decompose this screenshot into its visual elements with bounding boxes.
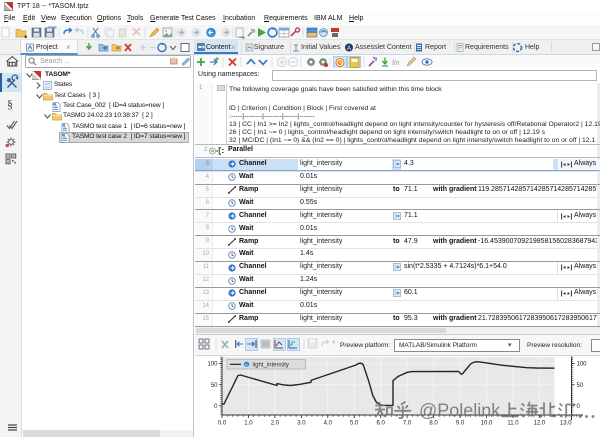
- svg-text:8.0: 8.0: [429, 421, 438, 427]
- svg-text:0.0: 0.0: [218, 421, 227, 427]
- svg-text:11.0: 11.0: [507, 421, 519, 427]
- svg-text:6.0: 6.0: [377, 421, 386, 427]
- svg-text:fin: fin: [392, 60, 400, 67]
- svg-text:1.0: 1.0: [244, 421, 253, 427]
- svg-text:50: 50: [211, 383, 218, 389]
- svg-text:9.0: 9.0: [456, 421, 465, 427]
- svg-text:100: 100: [207, 362, 218, 368]
- svg-text:@Polelink: @Polelink: [419, 401, 501, 421]
- svg-text:13.0: 13.0: [560, 421, 572, 427]
- svg-text:3.0: 3.0: [297, 421, 306, 427]
- svg-text:10.0: 10.0: [481, 421, 493, 427]
- svg-text:light_intensity: light_intensity: [253, 363, 289, 369]
- svg-text:12.0: 12.0: [534, 421, 546, 427]
- svg-text:4.0: 4.0: [324, 421, 333, 427]
- svg-text:50: 50: [577, 383, 584, 389]
- svg-text:A: A: [347, 46, 351, 52]
- svg-text:2.0: 2.0: [271, 421, 280, 427]
- svg-text:7.0: 7.0: [403, 421, 412, 427]
- svg-text:5.0: 5.0: [350, 421, 359, 427]
- svg-text:100: 100: [577, 362, 588, 368]
